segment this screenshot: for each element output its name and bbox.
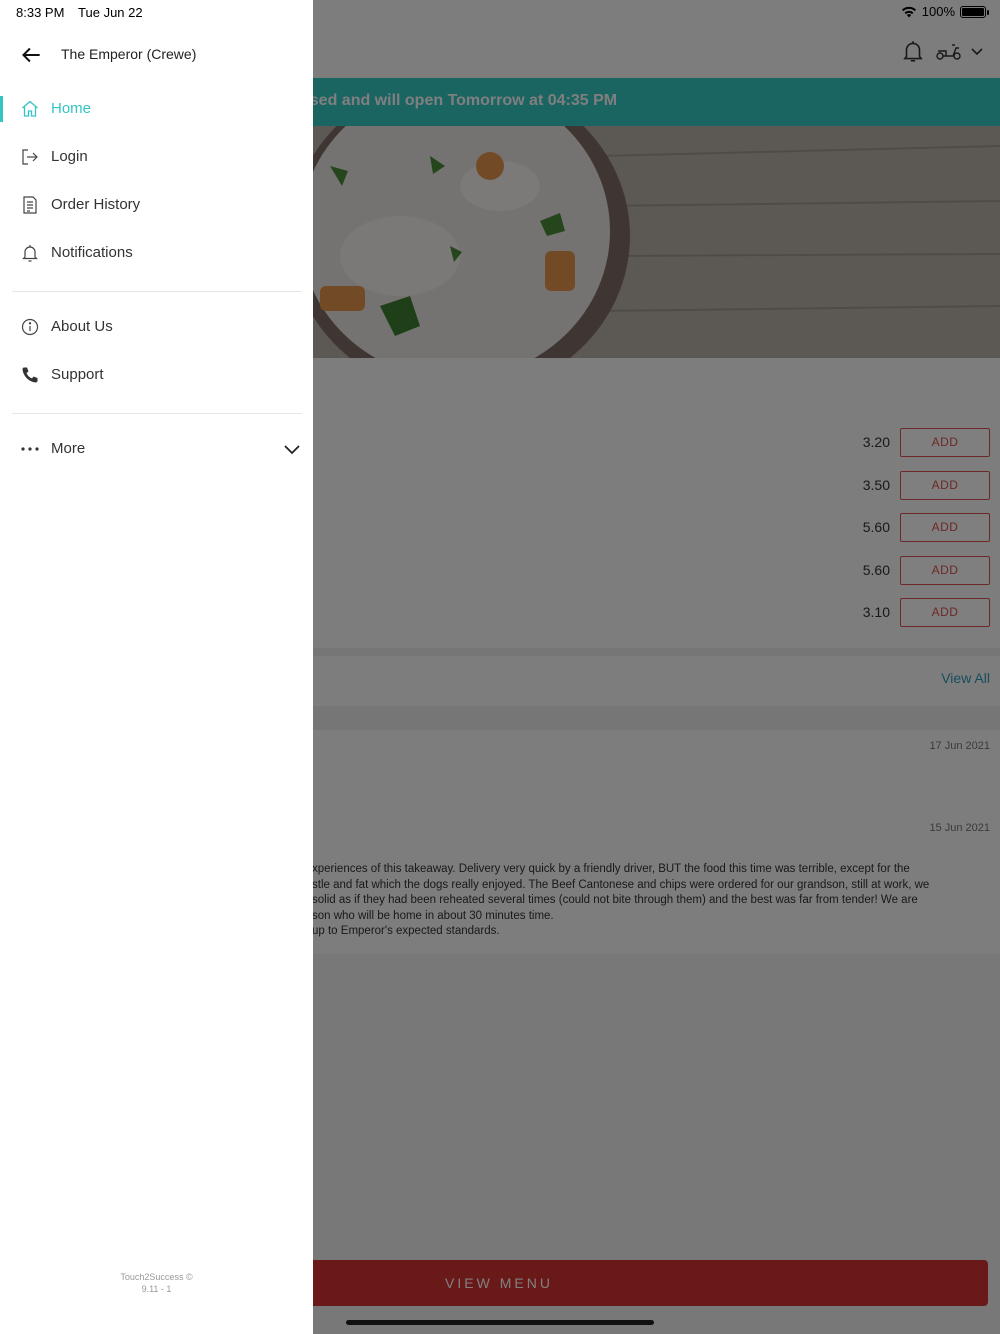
- bell-icon: [22, 245, 38, 262]
- drawer-divider: [12, 413, 302, 414]
- nav-item-label: About Us: [51, 318, 113, 335]
- footer-brand: Touch2Success ©: [120, 1272, 193, 1282]
- nav-item-notifications[interactable]: Notifications: [0, 232, 313, 276]
- nav-item-label: More: [51, 440, 86, 457]
- nav-item-about-us[interactable]: About Us: [0, 306, 313, 350]
- home-icon: [22, 100, 38, 117]
- nav-item-label: Login: [51, 148, 88, 165]
- active-indicator: [0, 96, 3, 122]
- store-name: The Emperor (Crewe): [61, 46, 197, 62]
- status-date: Tue Jun 22: [78, 5, 143, 20]
- nav-item-more[interactable]: More: [0, 428, 313, 472]
- status-bar-right: 100%: [901, 4, 989, 19]
- nav-item-login[interactable]: Login: [0, 136, 313, 180]
- back-arrow-icon[interactable]: [18, 42, 44, 68]
- battery-icon: [960, 5, 989, 18]
- home-indicator: [346, 1320, 654, 1325]
- wifi-icon: [901, 6, 916, 17]
- footer-version: 9.11 - 1: [141, 1284, 172, 1294]
- status-time: 8:33 PM: [16, 5, 65, 20]
- nav-item-label: Order History: [51, 196, 141, 213]
- phone-icon: [22, 367, 38, 383]
- chevron-down-icon[interactable]: [283, 440, 301, 458]
- login-icon: [22, 149, 38, 165]
- receipt-icon: [23, 196, 37, 214]
- nav-item-label: Notifications: [51, 244, 133, 261]
- more-dots-icon: [21, 447, 39, 451]
- nav-item-home[interactable]: Home: [0, 88, 313, 132]
- battery-percent: 100%: [921, 4, 955, 19]
- status-bar-left: 8:33 PM Tue Jun 22: [16, 5, 143, 20]
- drawer-footer: Touch2Success © 9.11 - 1: [0, 1271, 313, 1295]
- side-drawer: 8:33 PM Tue Jun 22 The Emperor (Crewe) H…: [0, 0, 313, 1334]
- info-icon: [21, 318, 39, 336]
- nav-item-label: Support: [51, 366, 104, 383]
- nav-item-order-history[interactable]: Order History: [0, 184, 313, 228]
- nav-item-label: Home: [51, 100, 92, 117]
- nav-item-support[interactable]: Support: [0, 354, 313, 398]
- drawer-divider: [12, 291, 302, 292]
